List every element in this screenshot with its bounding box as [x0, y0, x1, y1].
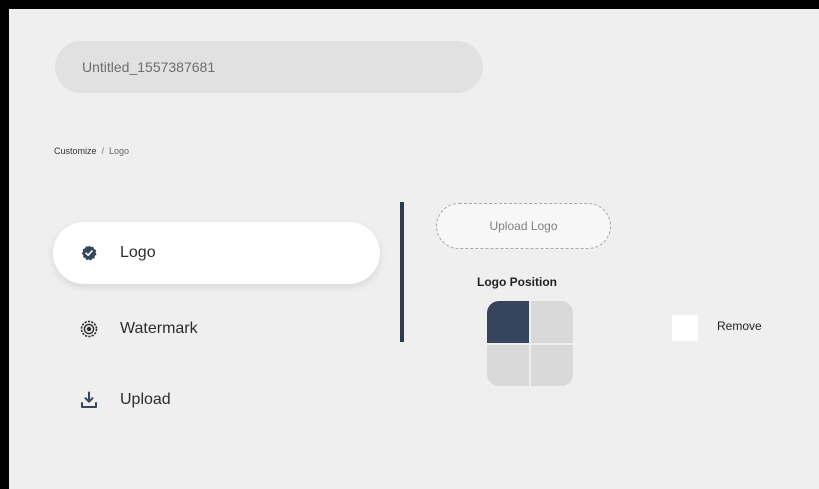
project-title-field[interactable]: Untitled_1557387681 — [55, 41, 483, 93]
position-bottom-left[interactable] — [487, 344, 529, 386]
section-divider — [400, 202, 404, 342]
logo-position-grid — [487, 301, 573, 386]
upload-logo-label: Upload Logo — [489, 219, 558, 233]
project-title-text: Untitled_1557387681 — [82, 59, 216, 75]
position-top-right[interactable] — [531, 301, 573, 343]
remove-checkbox[interactable] — [672, 315, 698, 341]
breadcrumb-separator: / — [101, 146, 105, 156]
nav-item-watermark[interactable]: Watermark — [53, 298, 380, 360]
upload-logo-button[interactable]: Upload Logo — [436, 203, 611, 249]
customize-panel: Untitled_1557387681 Customize / Logo Log… — [9, 9, 819, 489]
badge-check-icon — [80, 244, 98, 262]
position-bottom-right[interactable] — [531, 344, 573, 386]
breadcrumb-root[interactable]: Customize — [54, 146, 97, 156]
breadcrumb-current: Logo — [109, 146, 130, 156]
nav-item-logo[interactable]: Logo — [53, 222, 380, 284]
nav-item-label: Watermark — [120, 320, 198, 337]
position-top-left[interactable] — [487, 301, 529, 343]
nav-item-label: Logo — [120, 244, 156, 261]
breadcrumb: Customize / Logo — [54, 146, 129, 156]
upload-icon — [80, 391, 98, 409]
nav-item-upload[interactable]: Upload — [53, 369, 380, 431]
watermark-icon — [80, 320, 98, 338]
remove-label: Remove — [717, 319, 762, 333]
logo-position-label: Logo Position — [477, 275, 557, 289]
nav-item-label: Upload — [120, 391, 171, 408]
